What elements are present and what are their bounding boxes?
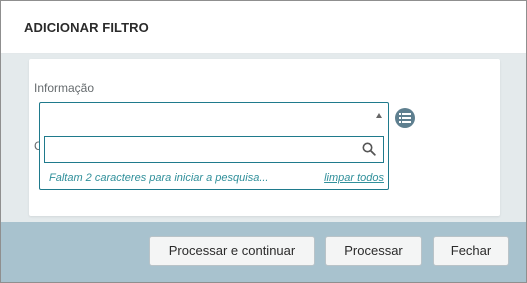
process-and-continue-button[interactable]: Processar e continuar	[149, 236, 315, 266]
clear-all-link[interactable]: limpar todos	[324, 172, 384, 184]
information-field-label: Informação	[34, 81, 95, 95]
dialog-title: ADICIONAR FILTRO	[24, 20, 149, 35]
close-button[interactable]: Fechar	[433, 236, 509, 266]
search-icon	[362, 142, 376, 156]
search-field[interactable]	[44, 136, 384, 163]
information-select[interactable]: Faltam 2 caracteres para iniciar a pesqu…	[39, 102, 389, 190]
add-filter-dialog: ADICIONAR FILTRO Informação C Faltam 2 c…	[0, 0, 527, 283]
dialog-header: ADICIONAR FILTRO	[1, 1, 526, 54]
caret-up-icon[interactable]	[376, 113, 382, 118]
list-icon	[399, 113, 411, 123]
dialog-body: Informação C Faltam 2 caracteres para in…	[1, 54, 526, 222]
filter-card: Informação C Faltam 2 caracteres para in…	[29, 59, 500, 216]
list-options-button[interactable]	[395, 108, 415, 128]
search-input[interactable]	[45, 137, 355, 162]
dialog-footer: Processar e continuar Processar Fechar	[1, 222, 526, 282]
process-button[interactable]: Processar	[325, 236, 422, 266]
search-hint: Faltam 2 caracteres para iniciar a pesqu…	[49, 172, 269, 184]
